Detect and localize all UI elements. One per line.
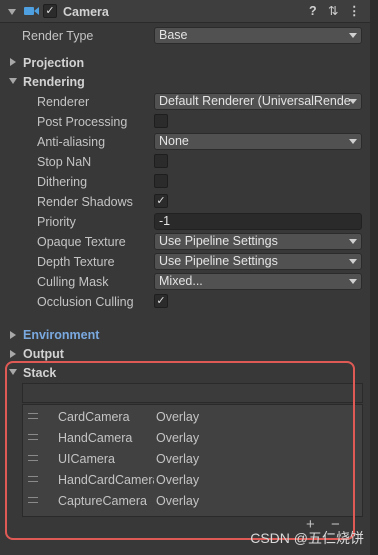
render-shadows-label: Render Shadows	[37, 195, 133, 209]
output-section-label[interactable]: Output	[23, 346, 64, 362]
environment-section-label[interactable]: Environment	[23, 327, 99, 343]
projection-foldout-icon[interactable]	[10, 58, 16, 66]
more-options-icon[interactable]: ⋮	[348, 3, 361, 19]
culling-mask-value: Mixed...	[159, 274, 203, 288]
collapse-triangle-icon[interactable]	[8, 9, 16, 15]
rendering-section-label[interactable]: Rendering	[23, 74, 85, 90]
chevron-down-icon	[349, 259, 357, 264]
dithering-label: Dithering	[37, 175, 88, 189]
watermark: CSDN @五仁烧饼	[250, 530, 364, 546]
renderer-label: Renderer	[37, 95, 90, 109]
renderer-value: Default Renderer (UniversalRende	[159, 94, 351, 108]
chevron-down-icon	[349, 33, 357, 38]
preset-settings-icon[interactable]: ⇅	[328, 3, 338, 19]
anti-aliasing-dropdown[interactable]: None	[154, 133, 362, 150]
output-foldout-icon[interactable]	[10, 350, 16, 358]
depth-texture-label: Depth Texture	[37, 255, 115, 269]
component-enabled-checkbox[interactable]: ✓	[43, 4, 57, 18]
renderer-dropdown[interactable]: Default Renderer (UniversalRende	[154, 93, 362, 110]
opaque-texture-dropdown[interactable]: Use Pipeline Settings	[154, 233, 362, 250]
component-title: Camera	[63, 5, 109, 19]
inspector-scrollbar[interactable]	[370, 0, 378, 555]
opaque-texture-label: Opaque Texture	[37, 235, 126, 249]
stop-nan-checkbox[interactable]	[154, 154, 168, 168]
depth-texture-value: Use Pipeline Settings	[159, 254, 278, 268]
anti-aliasing-value: None	[159, 134, 189, 148]
chevron-down-icon	[349, 239, 357, 244]
stop-nan-label: Stop NaN	[37, 155, 92, 169]
camera-icon	[24, 7, 39, 15]
anti-aliasing-label: Anti-aliasing	[37, 135, 106, 149]
highlight-frame	[5, 361, 355, 540]
depth-texture-dropdown[interactable]: Use Pipeline Settings	[154, 253, 362, 270]
chevron-down-icon	[349, 279, 357, 284]
culling-mask-dropdown[interactable]: Mixed...	[154, 273, 362, 290]
rendering-foldout-icon[interactable]	[9, 78, 17, 84]
render-type-dropdown[interactable]: Base	[154, 27, 362, 44]
culling-mask-label: Culling Mask	[37, 275, 109, 289]
dithering-checkbox[interactable]	[154, 174, 168, 188]
render-type-label: Render Type	[22, 29, 94, 43]
priority-input[interactable]: -1	[154, 213, 362, 230]
chevron-down-icon	[349, 139, 357, 144]
render-shadows-checkbox[interactable]: ✓	[154, 194, 168, 208]
post-processing-label: Post Processing	[37, 115, 128, 129]
priority-label: Priority	[37, 215, 76, 229]
chevron-down-icon	[349, 99, 357, 104]
occlusion-culling-checkbox[interactable]: ✓	[154, 294, 168, 308]
projection-section-label[interactable]: Projection	[23, 55, 84, 71]
environment-foldout-icon[interactable]	[10, 331, 16, 339]
render-type-value: Base	[159, 28, 188, 42]
occlusion-culling-label: Occlusion Culling	[37, 295, 134, 309]
post-processing-checkbox[interactable]	[154, 114, 168, 128]
opaque-texture-value: Use Pipeline Settings	[159, 234, 278, 248]
help-icon[interactable]: ?	[309, 3, 317, 19]
